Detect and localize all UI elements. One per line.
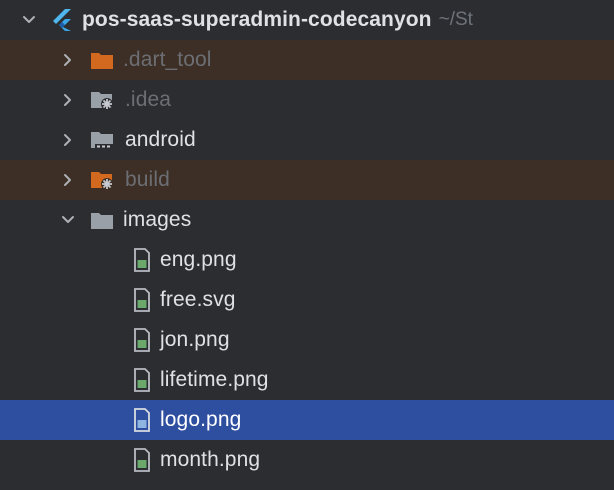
file-label: month.png [160,448,261,471]
file-label: lifetime.png [160,368,269,391]
project-path: ~/St [438,9,473,30]
file-label: free.svg [160,288,236,311]
tree-row-dart-tool[interactable]: .dart_tool [0,40,614,80]
chevron-down-icon[interactable] [20,11,38,29]
tree-row-file[interactable]: eng.png [0,240,614,280]
folder-label-images: images [123,208,192,231]
folder-label-build: build [125,168,170,191]
chevron-right-icon[interactable] [59,91,77,109]
flutter-icon [51,8,73,32]
tree-row-images[interactable]: images [0,200,614,240]
folder-label-android: android [125,128,196,151]
tree-row-file[interactable]: jon.png [0,320,614,360]
tree-row-file[interactable]: lifetime.png [0,360,614,400]
tree-row-project-root[interactable]: pos-saas-superadmin-codecanyon ~/St [0,0,614,40]
android-folder-icon [90,129,116,151]
image-file-icon [133,328,151,352]
chevron-right-icon[interactable] [59,51,77,69]
file-label: eng.png [160,248,237,271]
project-name: pos-saas-superadmin-codecanyon [82,8,432,31]
orange-folder-icon [90,50,114,70]
chevron-right-icon[interactable] [59,171,77,189]
image-file-icon [133,288,151,312]
idea-folder-icon [90,89,116,111]
tree-row-file[interactable]: month.png [0,440,614,480]
image-file-icon [133,368,151,392]
tree-row-build[interactable]: build [0,160,614,200]
folder-label-dart-tool: .dart_tool [123,48,212,71]
folder-icon [90,210,114,230]
image-file-icon [133,408,151,432]
file-label: jon.png [160,328,230,351]
tree-row-android[interactable]: android [0,120,614,160]
tree-row-file[interactable]: free.svg [0,280,614,320]
folder-label-idea: .idea [125,88,172,111]
file-label: logo.png [160,408,242,431]
tree-row-idea[interactable]: .idea [0,80,614,120]
tree-row-file-selected[interactable]: logo.png [0,400,614,440]
project-tree: pos-saas-superadmin-codecanyon ~/St .dar… [0,0,614,490]
chevron-right-icon[interactable] [59,131,77,149]
chevron-down-icon[interactable] [59,211,77,229]
build-folder-icon [90,169,116,191]
image-file-icon [133,448,151,472]
image-file-icon [133,248,151,272]
